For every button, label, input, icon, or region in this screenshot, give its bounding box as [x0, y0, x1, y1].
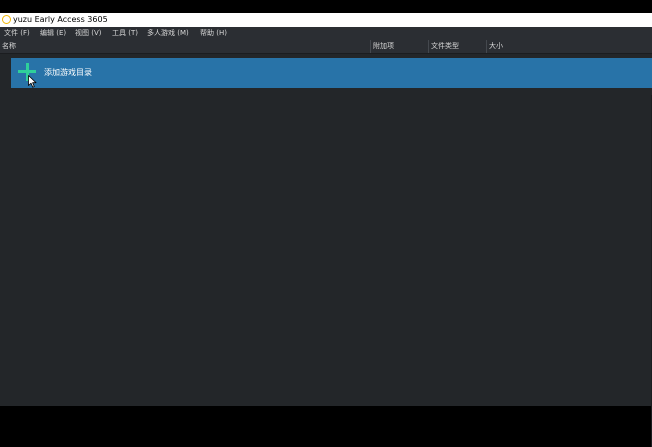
column-header-addons[interactable]: 附加项	[373, 40, 394, 53]
column-header-size[interactable]: 大小	[489, 40, 503, 53]
screen: yuzu Early Access 3605 文件 (F) 编辑 (E) 视图 …	[0, 0, 652, 447]
yuzu-logo-icon	[2, 15, 11, 24]
menu-tools[interactable]: 工具 (T)	[111, 27, 139, 40]
main-window: yuzu Early Access 3605 文件 (F) 编辑 (E) 视图 …	[0, 13, 652, 447]
game-list-header: 名称 附加项 文件类型 大小	[0, 40, 652, 54]
menu-bar: 文件 (F) 编辑 (E) 视图 (V) 工具 (T) 多人游戏 (M) 帮助 …	[0, 27, 652, 40]
menu-edit[interactable]: 编辑 (E)	[39, 27, 67, 40]
column-separator[interactable]	[370, 40, 371, 53]
add-game-directory-button[interactable]: 添加游戏目录	[11, 58, 652, 88]
column-separator[interactable]	[428, 40, 429, 53]
game-list[interactable]: 添加游戏目录	[0, 54, 652, 447]
title-bar[interactable]: yuzu Early Access 3605	[0, 13, 652, 27]
column-separator[interactable]	[486, 40, 487, 53]
menu-file[interactable]: 文件 (F)	[3, 27, 31, 40]
window-title: yuzu Early Access 3605	[13, 15, 108, 24]
menu-multiplayer[interactable]: 多人游戏 (M)	[146, 27, 190, 40]
column-header-file-type[interactable]: 文件类型	[431, 40, 459, 53]
add-game-directory-label: 添加游戏目录	[44, 68, 92, 77]
menu-view[interactable]: 视图 (V)	[74, 27, 102, 40]
menu-help[interactable]: 帮助 (H)	[199, 27, 228, 40]
column-header-name[interactable]: 名称	[2, 40, 16, 53]
mouse-cursor-icon	[28, 75, 37, 88]
